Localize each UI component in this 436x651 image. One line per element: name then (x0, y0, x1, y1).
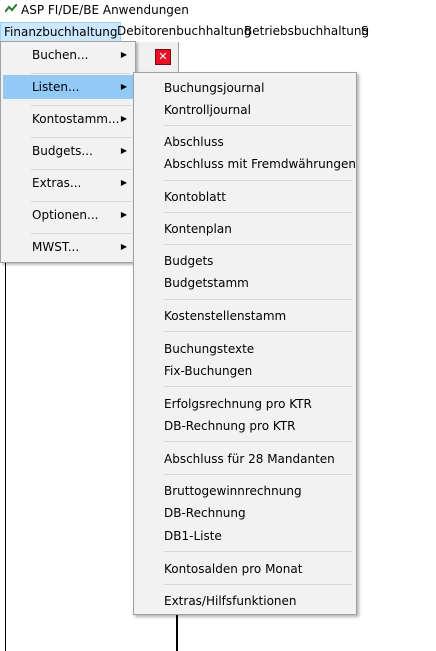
menu-item-label: Optionen... (32, 208, 99, 222)
menu-item-label: Extras... (32, 176, 82, 190)
menu-item-kontrolljournal[interactable]: Kontrolljournal (164, 99, 251, 121)
submenu-arrow-icon: ▶ (120, 210, 127, 219)
menu-separator (31, 137, 131, 138)
menu-item-extras-hilfsfunktionen[interactable]: Extras/Hilfsfunktionen (164, 590, 297, 612)
menu-separator (31, 233, 131, 234)
submenu-arrow-icon: ▶ (120, 242, 127, 251)
menu-item-db1-liste[interactable]: DB1-Liste (164, 525, 222, 547)
menu-item-budgetstamm[interactable]: Budgetstamm (164, 272, 249, 294)
menu-item-kostenstellenstamm[interactable]: Kostenstellenstamm (164, 305, 286, 327)
menu-item-db-rechnung-ktr[interactable]: DB-Rechnung pro KTR (164, 415, 295, 437)
menu-debitorenbuchhaltung[interactable]: Debitorenbuchhaltung (114, 22, 255, 41)
close-icon[interactable]: ✕ (155, 49, 171, 65)
menu-item-label: Buchen... (32, 48, 89, 62)
menu-separator (164, 331, 352, 332)
menu-separator (31, 201, 131, 202)
menu-item-extras[interactable]: Extras... ▶ (3, 171, 133, 195)
submenu-arrow-icon: ▶ (120, 82, 127, 91)
menu-item-db-rechnung[interactable]: DB-Rechnung (164, 502, 246, 524)
menu-separator (31, 73, 131, 74)
submenu-arrow-icon: ▶ (120, 178, 127, 187)
menu-item-optionen[interactable]: Optionen... ▶ (3, 203, 133, 227)
menu-separator (164, 551, 352, 552)
menu-betriebsbuchhaltung[interactable]: Betriebsbuchhaltung (241, 22, 372, 41)
menu-item-fix-buchungen[interactable]: Fix-Buchungen (164, 360, 252, 382)
menu-item-buchungstexte[interactable]: Buchungstexte (164, 338, 254, 360)
menu-item-kontenplan[interactable]: Kontenplan (164, 218, 232, 240)
window-title: ASP FI/DE/BE Anwendungen (21, 3, 189, 17)
menu-separator (31, 169, 131, 170)
menu-item-label: Kontostamm... (32, 112, 120, 126)
listen-submenu: Buchungsjournal Kontrolljournal Abschlus… (133, 72, 357, 615)
menu-item-mwst[interactable]: MWST... ▶ (3, 235, 133, 259)
menu-item-abschluss-28-mandanten[interactable]: Abschluss für 28 Mandanten (164, 448, 335, 470)
menu-finanzbuchhaltung[interactable]: Finanzbuchhaltung (0, 22, 122, 42)
menu-item-kontostamm[interactable]: Kontostamm... ▶ (3, 107, 133, 131)
menu-separator (164, 180, 352, 181)
menu-item-buchen[interactable]: Buchen... ▶ (3, 43, 133, 67)
menu-item-erfolgsrechnung-ktr[interactable]: Erfolgsrechnung pro KTR (164, 393, 312, 415)
menu-item-kontoblatt[interactable]: Kontoblatt (164, 186, 226, 208)
menu-item-label: MWST... (32, 240, 80, 254)
menu-item-budgets[interactable]: Budgets (164, 250, 213, 272)
menu-item-label: Listen... (32, 80, 80, 94)
menu-item-budgets[interactable]: Budgets... ▶ (3, 139, 133, 163)
menu-more[interactable]: S (358, 22, 372, 41)
menu-separator (164, 584, 352, 585)
menu-item-abschluss[interactable]: Abschluss (164, 131, 224, 153)
menu-item-bruttogewinnrechnung[interactable]: Bruttogewinnrechnung (164, 480, 302, 502)
submenu-arrow-icon: ▶ (120, 114, 127, 123)
menu-separator (164, 299, 352, 300)
menu-item-listen[interactable]: Listen... ▶ (3, 75, 133, 99)
title-bar: ASP FI/DE/BE Anwendungen (0, 0, 436, 22)
menu-separator (164, 386, 352, 387)
menu-separator (31, 105, 131, 106)
submenu-arrow-icon: ▶ (120, 50, 127, 59)
menu-separator (164, 244, 352, 245)
menu-bar: Finanzbuchhaltung Debitorenbuchhaltung B… (0, 22, 369, 42)
menu-separator (164, 441, 352, 442)
menu-separator (164, 474, 352, 475)
menu-separator (164, 125, 352, 126)
menu-separator (164, 212, 352, 213)
finanzbuchhaltung-menu: Buchen... ▶ Listen... ▶ Kontostamm... ▶ … (0, 41, 136, 263)
menu-item-abschluss-fremdwaehrungen[interactable]: Abschluss mit Fremdwährungen (164, 153, 356, 175)
menu-item-label: Budgets... (32, 144, 93, 158)
app-icon (5, 4, 17, 13)
menu-item-buchungsjournal[interactable]: Buchungsjournal (164, 77, 264, 99)
submenu-arrow-icon: ▶ (120, 146, 127, 155)
menu-item-kontosalden-monat[interactable]: Kontosalden pro Monat (164, 558, 302, 580)
